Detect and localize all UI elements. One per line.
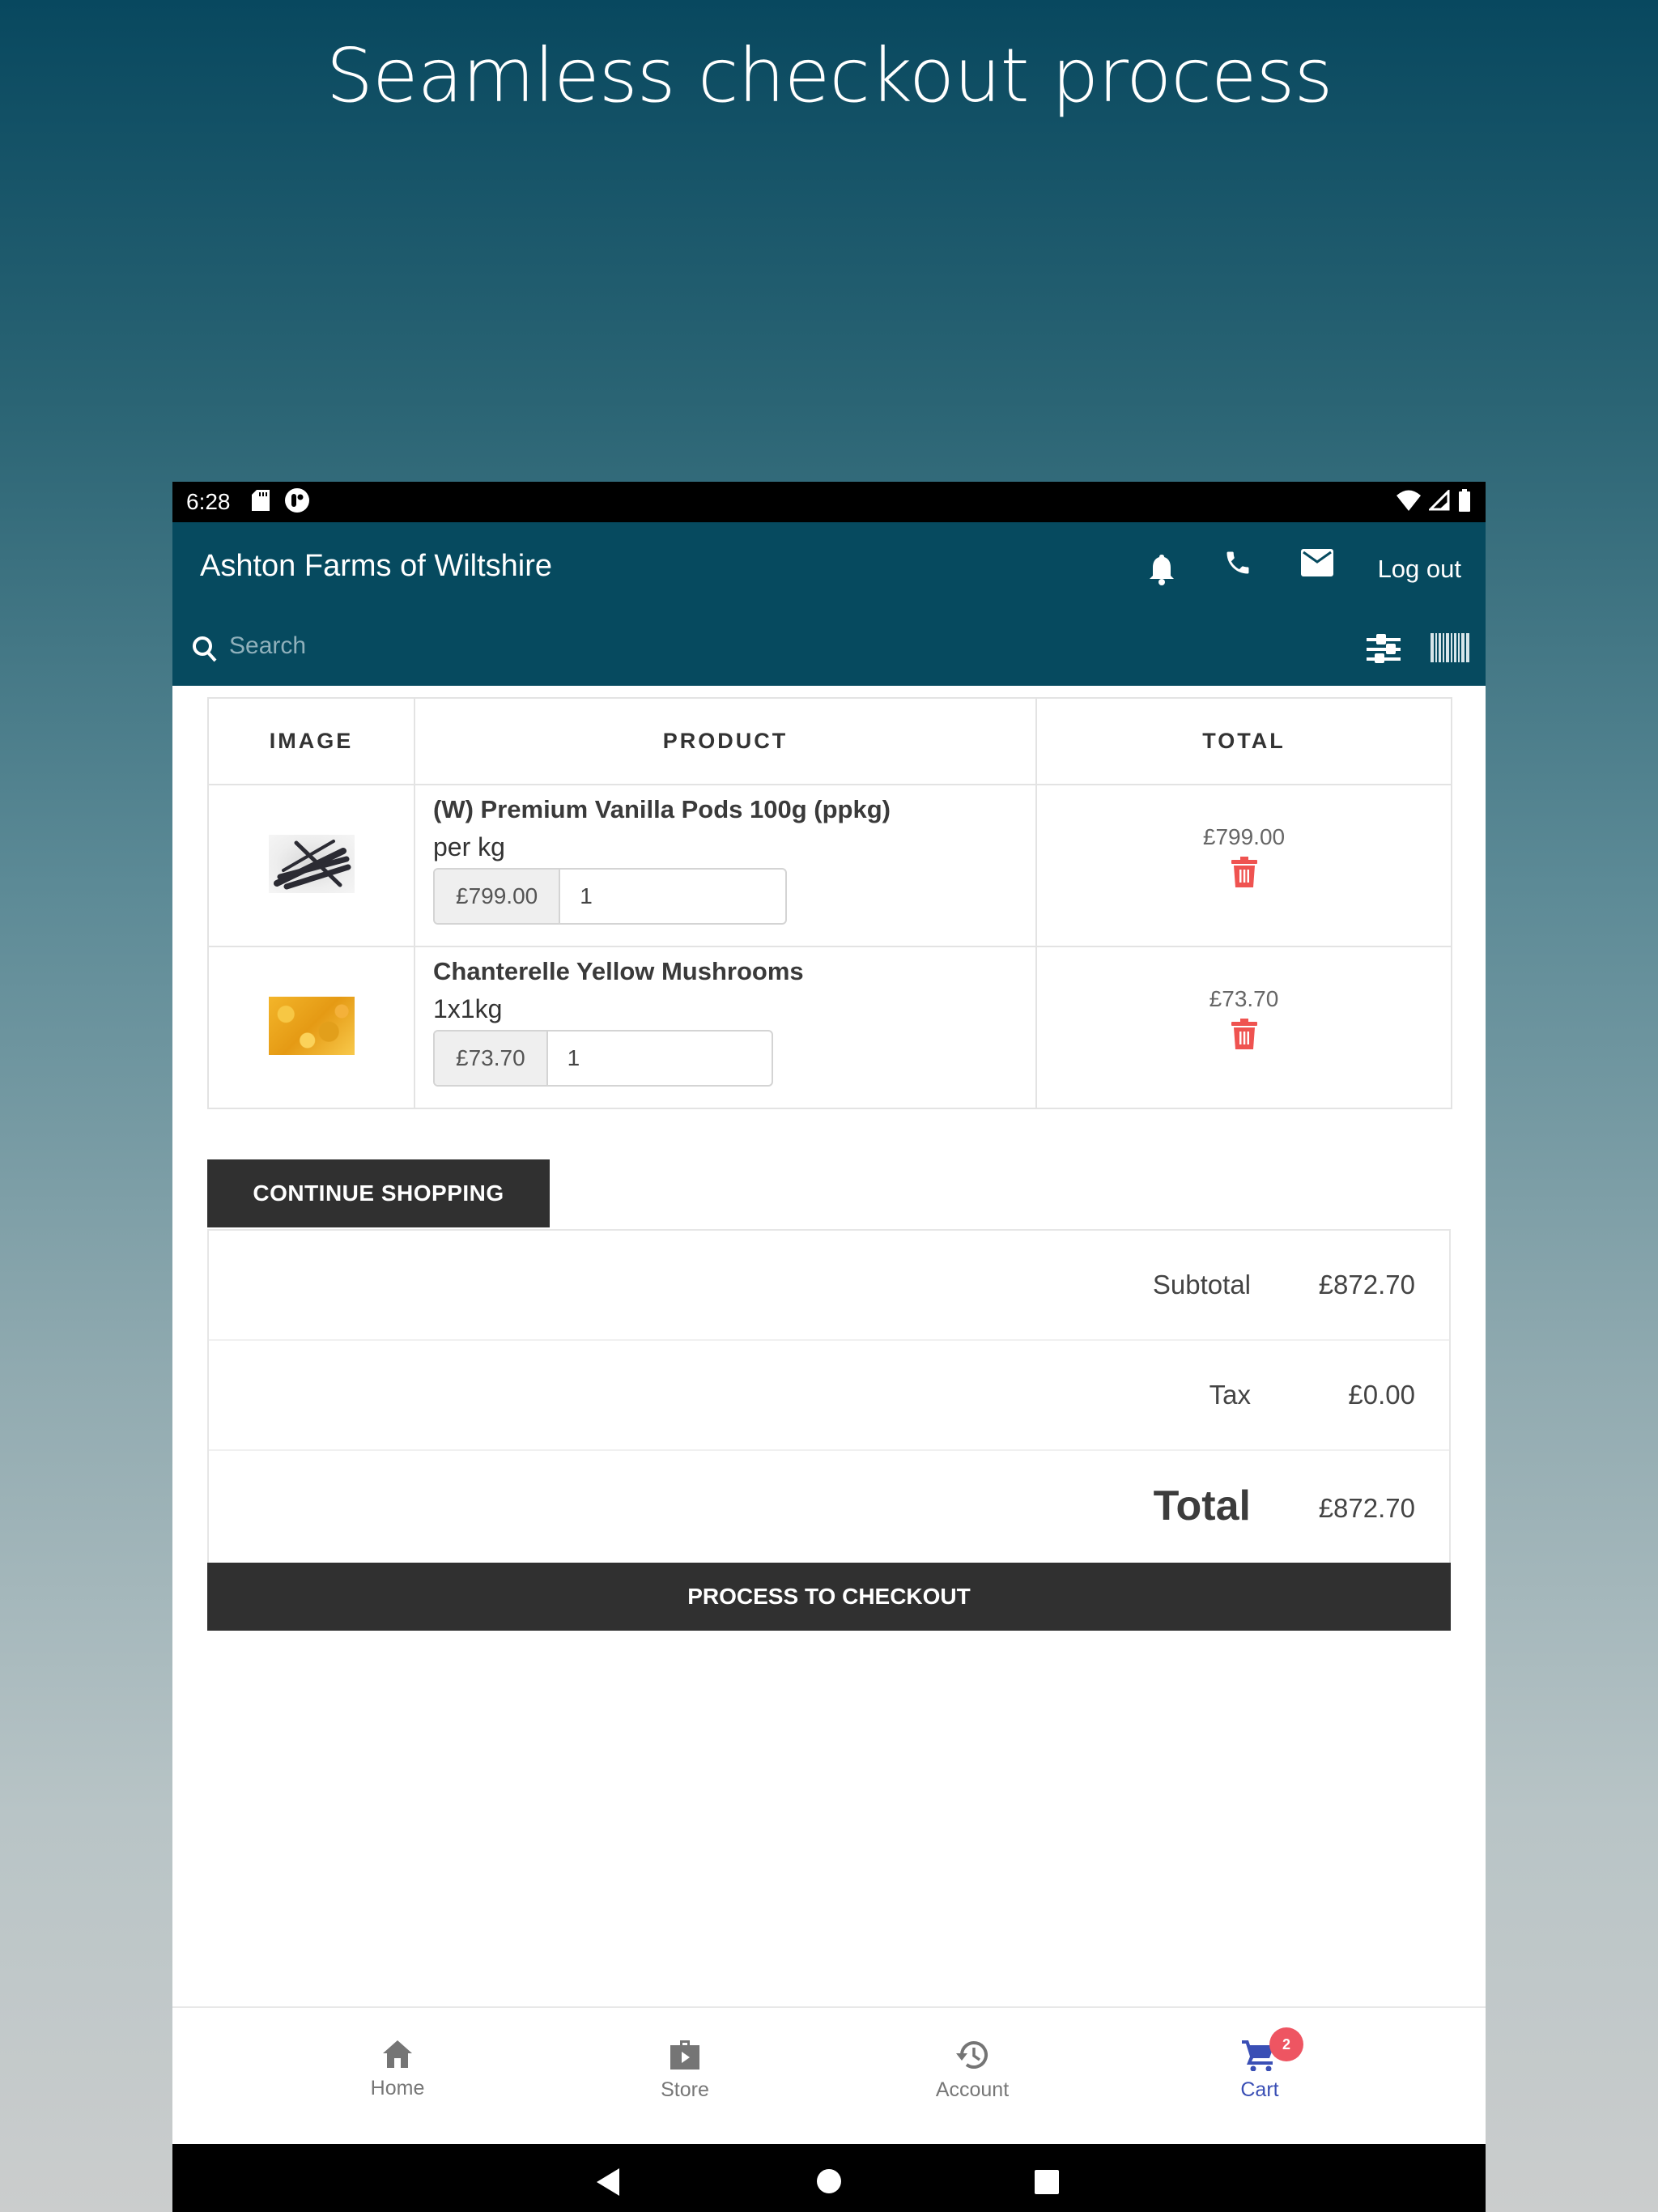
column-header-image: IMAGE	[207, 697, 415, 785]
quantity-group: £799.00	[433, 868, 787, 925]
quantity-input[interactable]	[560, 870, 781, 923]
image-cell	[207, 784, 415, 947]
subtotal-row: Subtotal £872.70	[209, 1231, 1449, 1341]
battery-icon	[1458, 488, 1471, 516]
product-cell: (W) Premium Vanilla Pods 100g (ppkg) per…	[414, 784, 1037, 947]
product-unit: 1x1kg	[433, 994, 503, 1023]
filter-sliders-icon[interactable]	[1367, 634, 1401, 667]
nav-home[interactable]: Home	[317, 2039, 478, 2100]
total-value: £872.70	[1318, 1493, 1415, 1523]
app-header: Ashton Farms of Wiltshire Log out	[172, 522, 1486, 686]
quantity-group: £73.70	[433, 1030, 773, 1087]
nav-home-label: Home	[370, 2077, 425, 2099]
status-bar: 6:28	[172, 482, 1486, 522]
search-bar	[172, 619, 1486, 676]
mail-icon[interactable]	[1299, 545, 1335, 581]
barcode-scanner-icon[interactable]	[1431, 633, 1469, 666]
quantity-input[interactable]	[547, 1032, 768, 1085]
table-header-row: IMAGE PRODUCT TOTAL	[207, 697, 1452, 785]
product-name[interactable]: Chanterelle Yellow Mushrooms	[433, 955, 1035, 988]
product-name[interactable]: (W) Premium Vanilla Pods 100g (ppkg)	[433, 793, 1035, 826]
status-time: 6:28	[186, 489, 231, 514]
nav-store-label: Store	[661, 2078, 709, 2101]
sd-card-icon	[251, 489, 270, 515]
promo-title: Seamless checkout process	[325, 32, 1333, 119]
store-bag-icon	[669, 2040, 701, 2074]
order-summary: Subtotal £872.70 Tax £0.00 Total £872.70…	[207, 1229, 1451, 1631]
cart-count-badge: 2	[1269, 2027, 1303, 2061]
bottom-nav: Home Store Account 2 Cart	[172, 2006, 1486, 2144]
nav-account-label: Account	[935, 2078, 1010, 2101]
home-circle-icon[interactable]	[816, 2168, 842, 2198]
unit-price: £799.00	[435, 870, 561, 923]
column-header-total: TOTAL	[1035, 697, 1452, 785]
delete-item-icon[interactable]	[1231, 856, 1257, 891]
line-total: £73.70	[1209, 985, 1279, 1011]
continue-shopping-button[interactable]: CONTINUE SHOPPING	[207, 1159, 550, 1227]
product-thumbnail-vanilla[interactable]	[268, 834, 355, 893]
product-unit: per kg	[433, 832, 505, 861]
back-icon[interactable]	[595, 2168, 621, 2200]
phone-icon[interactable]	[1220, 545, 1256, 581]
cart-icon	[1242, 2040, 1278, 2074]
subtotal-value: £872.70	[1318, 1270, 1415, 1300]
column-header-product: PRODUCT	[414, 697, 1037, 785]
bell-icon[interactable]	[1144, 551, 1180, 587]
delete-item-icon[interactable]	[1231, 1018, 1257, 1053]
nav-cart[interactable]: 2 Cart	[1179, 2027, 1341, 2102]
product-thumbnail-mushrooms[interactable]	[268, 996, 355, 1055]
tax-row: Tax £0.00	[209, 1341, 1449, 1451]
history-icon	[955, 2041, 989, 2074]
line-total: £799.00	[1202, 823, 1286, 849]
checkout-button[interactable]: PROCESS TO CHECKOUT	[207, 1563, 1451, 1631]
nav-cart-label: Cart	[1240, 2078, 1279, 2101]
unit-price: £73.70	[435, 1032, 548, 1085]
line-total-cell: £73.70	[1035, 946, 1452, 1109]
wifi-icon	[1397, 490, 1421, 515]
nav-store[interactable]: Store	[604, 2039, 766, 2102]
logout-link[interactable]: Log out	[1378, 555, 1461, 584]
system-nav-bar	[172, 2144, 1486, 2212]
line-total-cell: £799.00	[1035, 784, 1452, 947]
search-icon	[192, 636, 218, 667]
signal-icon	[1427, 487, 1450, 515]
tax-label: Tax	[1209, 1380, 1251, 1410]
app-title: Ashton Farms of Wiltshire	[200, 549, 552, 583]
tax-value: £0.00	[1348, 1380, 1415, 1410]
cart-item-row: (W) Premium Vanilla Pods 100g (ppkg) per…	[207, 784, 1452, 947]
device-screen: 6:28 Ashton Farms of Wiltshire Log out S…	[172, 482, 1486, 2212]
app-notification-icon	[284, 487, 310, 517]
total-label: Total	[1153, 1482, 1251, 1529]
total-row: Total £872.70	[209, 1451, 1449, 1564]
subtotal-label: Subtotal	[1152, 1270, 1251, 1300]
search-input[interactable]	[229, 626, 1282, 666]
product-cell: Chanterelle Yellow Mushrooms 1x1kg £73.7…	[414, 946, 1037, 1109]
recents-icon[interactable]	[1034, 2169, 1060, 2199]
home-icon	[381, 2040, 414, 2073]
cart-table: IMAGE PRODUCT TOTAL (W) Premium Vanilla …	[207, 697, 1452, 1109]
cart-item-row: Chanterelle Yellow Mushrooms 1x1kg £73.7…	[207, 946, 1452, 1109]
image-cell	[207, 946, 415, 1109]
nav-account[interactable]: Account	[891, 2039, 1053, 2102]
